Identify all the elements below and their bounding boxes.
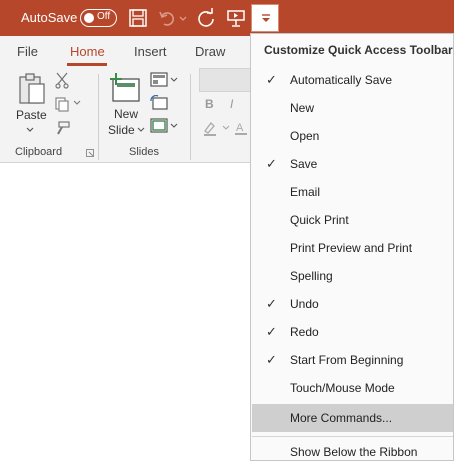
menu-item[interactable]: Quick Print: [252, 206, 453, 234]
chevron-down-icon: [262, 14, 270, 22]
menu-item[interactable]: Open: [252, 122, 453, 150]
title-bar: AutoSave Off: [0, 0, 454, 36]
redo-icon[interactable]: [196, 8, 216, 28]
checkmark-icon: ✓: [266, 324, 277, 339]
menu-item-label: Touch/Mouse Mode: [290, 381, 395, 395]
reset-icon[interactable]: [150, 95, 168, 110]
clipboard-group-label: Clipboard: [15, 146, 63, 158]
highlight-icon[interactable]: [202, 120, 218, 136]
font-name-box[interactable]: [199, 68, 254, 92]
section-dropdown-icon[interactable]: [170, 123, 178, 129]
group-separator: [98, 74, 99, 160]
menu-item-label: Save: [290, 157, 318, 171]
font-color-icon[interactable]: A: [233, 120, 249, 136]
menu-item[interactable]: ✓ Automatically Save: [252, 66, 453, 94]
format-painter-icon[interactable]: [54, 120, 70, 136]
menu-title: Customize Quick Access Toolbar: [264, 43, 453, 57]
highlight-dropdown-icon[interactable]: [222, 125, 230, 131]
paste-label[interactable]: Paste: [16, 108, 47, 122]
new-slide-label-line1[interactable]: New: [114, 107, 138, 121]
autosave-label: AutoSave: [21, 10, 78, 25]
menu-item[interactable]: More Commands...: [252, 404, 453, 432]
paste-icon[interactable]: [17, 72, 47, 106]
customize-qat-button[interactable]: [251, 4, 279, 32]
autosave-toggle[interactable]: Off: [80, 9, 117, 27]
save-icon[interactable]: [128, 8, 148, 28]
active-tab-indicator: [67, 63, 107, 66]
copy-dropdown-icon[interactable]: [73, 100, 81, 106]
menu-item[interactable]: Email: [252, 178, 453, 206]
menu-item[interactable]: New: [252, 94, 453, 122]
ribbon: File Home Insert Draw Paste Clipboard Ne…: [0, 36, 254, 163]
menu-item[interactable]: ✓ Redo: [252, 318, 453, 346]
cut-icon[interactable]: [54, 71, 70, 89]
tab-file[interactable]: File: [17, 44, 38, 59]
menu-item[interactable]: ✓ Start From Beginning: [252, 346, 453, 374]
undo-dropdown-icon[interactable]: [178, 8, 188, 28]
toggle-knob: [84, 13, 94, 23]
checkmark-icon: ✓: [266, 156, 277, 171]
slides-group-label: Slides: [129, 146, 159, 158]
bold-button[interactable]: B: [205, 97, 214, 111]
menu-item[interactable]: Spelling: [252, 262, 453, 290]
new-slide-label-line2[interactable]: Slide: [108, 123, 135, 137]
menu-item-label: Open: [290, 129, 320, 143]
menu-item[interactable]: ✓ Save: [252, 150, 453, 178]
powerpoint-window: AutoSave Off File Home Insert Draw Paste…: [0, 0, 454, 461]
layout-dropdown-icon[interactable]: [170, 77, 178, 83]
checkmark-icon: ✓: [266, 296, 277, 311]
tab-insert[interactable]: Insert: [134, 44, 167, 59]
checkmark-icon: ✓: [266, 352, 277, 367]
paste-dropdown-icon[interactable]: [25, 126, 35, 134]
undo-icon[interactable]: [158, 8, 178, 28]
tab-draw[interactable]: Draw: [195, 44, 225, 59]
svg-text:A: A: [236, 122, 244, 134]
menu-item-label: Email: [290, 185, 321, 199]
italic-button[interactable]: I: [230, 97, 233, 111]
menu-item-label: Redo: [290, 325, 319, 339]
menu-item[interactable]: Print Preview and Print: [252, 234, 453, 262]
checkmark-icon: ✓: [266, 72, 277, 87]
menu-item-label: Spelling: [290, 269, 333, 283]
menu-item[interactable]: ✓ Undo: [252, 290, 453, 318]
menu-item[interactable]: Show Below the Ribbon: [252, 438, 453, 461]
copy-icon[interactable]: [54, 96, 70, 112]
menu-item-label: More Commands...: [290, 411, 393, 425]
menu-item-label: Print Preview and Print: [290, 241, 413, 255]
menu-divider: [252, 436, 453, 437]
customize-qat-menu: Customize Quick Access Toolbar ✓ Automati…: [250, 33, 454, 461]
menu-item-label: Show Below the Ribbon: [290, 445, 418, 459]
dialog-launcher-icon[interactable]: [86, 149, 94, 157]
group-separator: [190, 74, 191, 160]
tab-home[interactable]: Home: [70, 44, 105, 59]
menu-item-label: Automatically Save: [290, 73, 393, 87]
menu-item-label: Undo: [290, 297, 319, 311]
section-icon[interactable]: [150, 118, 168, 133]
menu-item-label: Quick Print: [290, 213, 349, 227]
layout-icon[interactable]: [150, 72, 168, 87]
new-slide-icon[interactable]: [109, 71, 143, 105]
new-slide-dropdown-icon[interactable]: [137, 127, 145, 133]
autosave-state: Off: [97, 11, 111, 22]
menu-item[interactable]: Touch/Mouse Mode: [252, 374, 453, 402]
menu-item-label: Start From Beginning: [290, 353, 404, 367]
start-from-beginning-icon[interactable]: [226, 8, 246, 28]
menu-item-label: New: [290, 101, 315, 115]
